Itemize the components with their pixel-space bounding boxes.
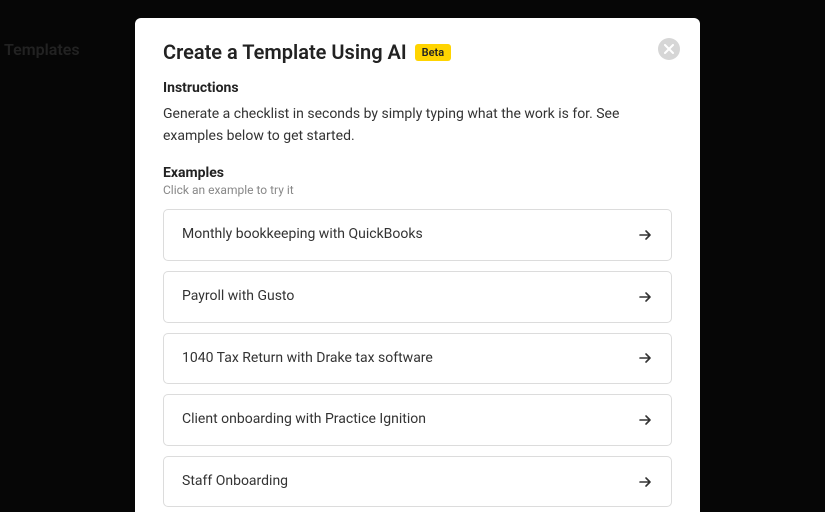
close-icon	[664, 42, 674, 57]
arrow-right-icon	[637, 474, 653, 490]
create-template-modal: Create a Template Using AI Beta Instruct…	[135, 18, 700, 512]
arrow-right-icon	[637, 350, 653, 366]
example-item[interactable]: Payroll with Gusto	[163, 271, 672, 323]
examples-heading: Examples	[163, 165, 672, 181]
close-button[interactable]	[658, 38, 680, 60]
modal-title: Create a Template Using AI	[163, 40, 407, 64]
example-label: Client onboarding with Practice Ignition	[182, 410, 438, 430]
arrow-right-icon	[637, 412, 653, 428]
example-label: 1040 Tax Return with Drake tax software	[182, 349, 445, 369]
instructions-heading: Instructions	[163, 80, 672, 96]
modal-header: Create a Template Using AI Beta	[163, 40, 672, 64]
examples-list: Monthly bookkeeping with QuickBooks Payr…	[163, 209, 672, 512]
example-item[interactable]: Client onboarding with Practice Ignition	[163, 394, 672, 446]
examples-subtext: Click an example to try it	[163, 183, 672, 197]
beta-badge: Beta	[415, 44, 452, 61]
example-label: Monthly bookkeeping with QuickBooks	[182, 225, 435, 245]
example-label: Staff Onboarding	[182, 472, 300, 492]
arrow-right-icon	[637, 289, 653, 305]
example-label: Payroll with Gusto	[182, 287, 306, 307]
instructions-text: Generate a checklist in seconds by simpl…	[163, 104, 672, 147]
arrow-right-icon	[637, 227, 653, 243]
example-item[interactable]: Monthly bookkeeping with QuickBooks	[163, 209, 672, 261]
example-item[interactable]: 1040 Tax Return with Drake tax software	[163, 333, 672, 385]
example-item[interactable]: Staff Onboarding	[163, 456, 672, 508]
